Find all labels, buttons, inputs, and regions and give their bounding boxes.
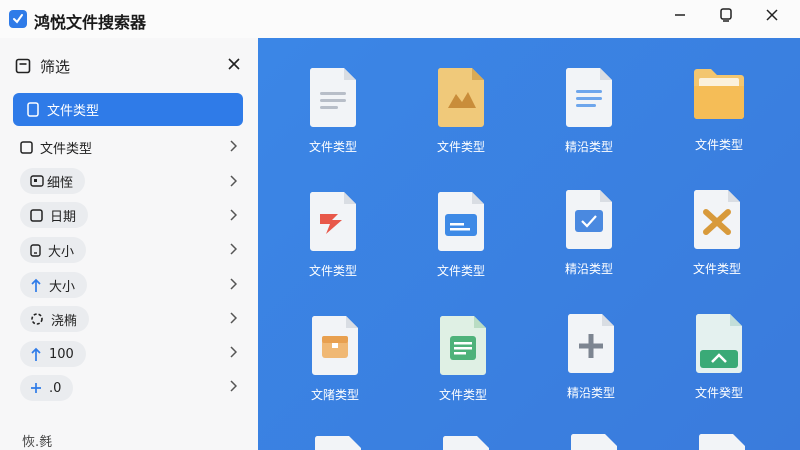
file-tile-caption: 文陼类型 — [310, 388, 359, 402]
file-tile-caption: 精沿类型 — [564, 140, 613, 154]
file-tile[interactable]: 文件癸型 — [664, 312, 774, 422]
maximize-icon — [720, 8, 732, 22]
sidebar-item-file-type-active[interactable]: 文件类型 — [13, 93, 243, 126]
sidebar-item-browse[interactable]: 浇椭 — [20, 306, 90, 332]
file-icon — [27, 102, 39, 117]
sidebar-item-dot0[interactable]: .0 — [20, 375, 74, 401]
app-title: 鸿悦文件搜索器 — [34, 13, 147, 32]
spinner-icon — [31, 313, 43, 325]
sidebar-footer-text: 恢.毵 — [22, 435, 53, 450]
file-tile[interactable]: 精沿类型 — [534, 188, 644, 298]
text-doc-icon — [309, 68, 356, 127]
sidebar-item-label: 日期 — [50, 209, 77, 225]
file-tile[interactable]: 文件类型 — [664, 64, 774, 174]
sidebar-item-label: 100 — [49, 346, 74, 362]
sidebar-item-label: 细恎 — [47, 175, 74, 191]
tag-icon — [30, 175, 44, 187]
file-grid: 文件类型 文件类型 精沿类型 文件类型 文件类型 文件类型 精沿类型 文件类型 … — [258, 38, 800, 450]
chevron-right-icon[interactable] — [226, 345, 240, 359]
file-tile-caption: 文件类型 — [436, 264, 485, 278]
file-tile-caption: 文件类型 — [438, 388, 487, 402]
minimize-icon — [675, 14, 685, 16]
sidebar-item-label: 文件类型 — [47, 104, 100, 119]
chevron-right-icon[interactable] — [226, 277, 240, 291]
file-tile-caption: 文件类型 — [436, 140, 485, 154]
sidebar-item-detail[interactable]: 细恎 — [20, 168, 86, 194]
plus-icon — [31, 383, 41, 393]
sidebar-item-size[interactable]: 大小 — [20, 237, 87, 263]
folder-doc-icon — [437, 192, 484, 251]
file-tile-caption: 精沿类型 — [564, 262, 613, 276]
square-icon — [30, 208, 43, 222]
file-tile[interactable]: 文件类型 — [406, 190, 516, 300]
text-doc-icon — [565, 68, 612, 127]
file-tile[interactable]: 文件类型 — [406, 66, 516, 176]
file-tile[interactable]: 文件类型 — [278, 190, 388, 300]
minimize-button[interactable] — [660, 2, 700, 28]
sidebar-item-label: .0 — [49, 380, 62, 396]
app-logo-icon — [9, 10, 27, 28]
chevron-right-icon[interactable] — [226, 242, 240, 256]
phone-icon — [30, 243, 41, 257]
plus-doc-icon — [567, 314, 614, 373]
file-tile-caption: 文件类型 — [308, 140, 357, 154]
file-tile-caption: 精沿类型 — [566, 386, 615, 400]
close-icon — [228, 58, 240, 70]
title-bar: 鸿悦文件搜索器 — [0, 0, 800, 38]
chevron-right-icon[interactable] — [226, 139, 240, 153]
close-icon — [766, 9, 778, 21]
upload-arrow-icon — [31, 278, 41, 292]
chevron-right-icon[interactable] — [226, 174, 240, 188]
file-tile[interactable]: 精沿类型 — [536, 312, 646, 422]
filter-header: 筛选 — [15, 56, 70, 76]
chevron-right-icon[interactable] — [226, 208, 240, 222]
sidebar-item-label: 大小 — [48, 244, 75, 260]
archive-doc-icon — [311, 316, 358, 375]
image-up-doc-icon — [695, 314, 742, 373]
chevron-right-icon[interactable] — [226, 379, 240, 393]
sidebar-item-label: 浇椭 — [51, 313, 78, 329]
maximize-button[interactable] — [706, 2, 746, 28]
close-window-button[interactable] — [752, 2, 792, 28]
image-doc-icon — [437, 68, 484, 127]
sidebar-item-label: 大小 — [49, 279, 76, 295]
sidebar-item-file-type[interactable]: 文件类型 — [20, 134, 92, 160]
file-tile-partial-icon — [442, 436, 489, 450]
file-tile-partial-icon — [314, 436, 361, 450]
file-tile[interactable]: 精沿类型 — [534, 66, 644, 176]
check-doc-icon — [565, 190, 612, 249]
file-tile-caption: 文件类型 — [694, 138, 743, 152]
file-tile[interactable]: 文件类型 — [278, 66, 388, 176]
file-tile[interactable]: 文件类型 — [408, 314, 518, 424]
folder-icon — [694, 69, 744, 119]
square-icon — [20, 140, 33, 154]
chevron-right-icon[interactable] — [226, 311, 240, 325]
sidebar-item-label: 文件类型 — [40, 141, 93, 157]
file-tile-partial-icon — [570, 434, 617, 450]
sidebar-item-size-upload[interactable]: 大小 — [20, 272, 88, 298]
close-filter-button[interactable] — [224, 54, 244, 74]
file-tile-caption: 文件类型 — [692, 262, 741, 276]
filter-icon — [15, 58, 31, 74]
upload-arrow-icon — [31, 347, 41, 361]
sidebar-item-date[interactable]: 日期 — [20, 202, 89, 228]
file-tile-partial-icon — [698, 434, 745, 450]
file-tile-caption: 文件类型 — [308, 264, 357, 278]
sheet-doc-icon — [439, 316, 486, 375]
filter-title: 筛选 — [40, 57, 71, 76]
filter-sidebar: 筛选 文件类型 文件类型 细恎 日期 大小 大小 浇椭 100 .0 恢.毵 — [0, 38, 258, 450]
file-tile[interactable]: 文陼类型 — [280, 314, 390, 424]
pdf-doc-icon — [309, 192, 356, 251]
sidebar-item-100[interactable]: 100 — [20, 341, 86, 367]
tools-doc-icon — [693, 190, 740, 249]
file-tile[interactable]: 文件类型 — [662, 188, 772, 298]
file-tile-caption: 文件癸型 — [694, 386, 743, 400]
